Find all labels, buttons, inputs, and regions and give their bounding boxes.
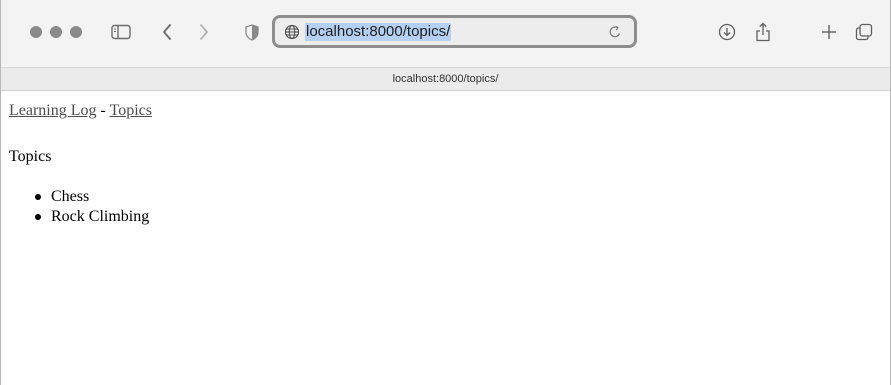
url-text[interactable]: localhost:8000/topics/	[305, 23, 452, 41]
minimize-window-button[interactable]	[50, 26, 62, 38]
home-link[interactable]: Learning Log	[9, 102, 97, 119]
browser-toolbar: localhost:8000/topics/	[1, 0, 890, 68]
chevron-left-icon[interactable]	[157, 22, 177, 42]
tabs-icon[interactable]	[854, 22, 874, 42]
list-item: Rock Climbing	[35, 207, 149, 227]
plus-icon[interactable]	[819, 22, 839, 42]
nav-separator: -	[96, 102, 110, 119]
close-window-button[interactable]	[30, 26, 42, 38]
shield-icon[interactable]	[242, 22, 262, 42]
topics-link[interactable]: Topics	[110, 102, 152, 119]
zoom-window-button[interactable]	[70, 26, 82, 38]
tab-bar: localhost:8000/topics/	[1, 68, 890, 91]
page-title: Topics	[9, 148, 52, 165]
address-bar[interactable]: localhost:8000/topics/	[272, 15, 637, 48]
reload-icon[interactable]	[607, 24, 623, 40]
tab-title[interactable]: localhost:8000/topics/	[393, 73, 499, 85]
globe-icon	[284, 24, 300, 40]
chevron-right-icon[interactable]	[194, 22, 214, 42]
topic-list: Chess Rock Climbing	[35, 187, 149, 227]
list-item: Chess	[35, 187, 149, 207]
share-icon[interactable]	[753, 22, 773, 42]
site-nav: Learning Log - Topics	[9, 101, 152, 121]
sidebar-icon[interactable]	[111, 22, 131, 42]
page-content: Learning Log - Topics Topics Chess Rock …	[1, 92, 890, 385]
download-icon[interactable]	[717, 22, 737, 42]
browser-window: localhost:8000/topics/ localhost:8000/to…	[0, 0, 891, 385]
